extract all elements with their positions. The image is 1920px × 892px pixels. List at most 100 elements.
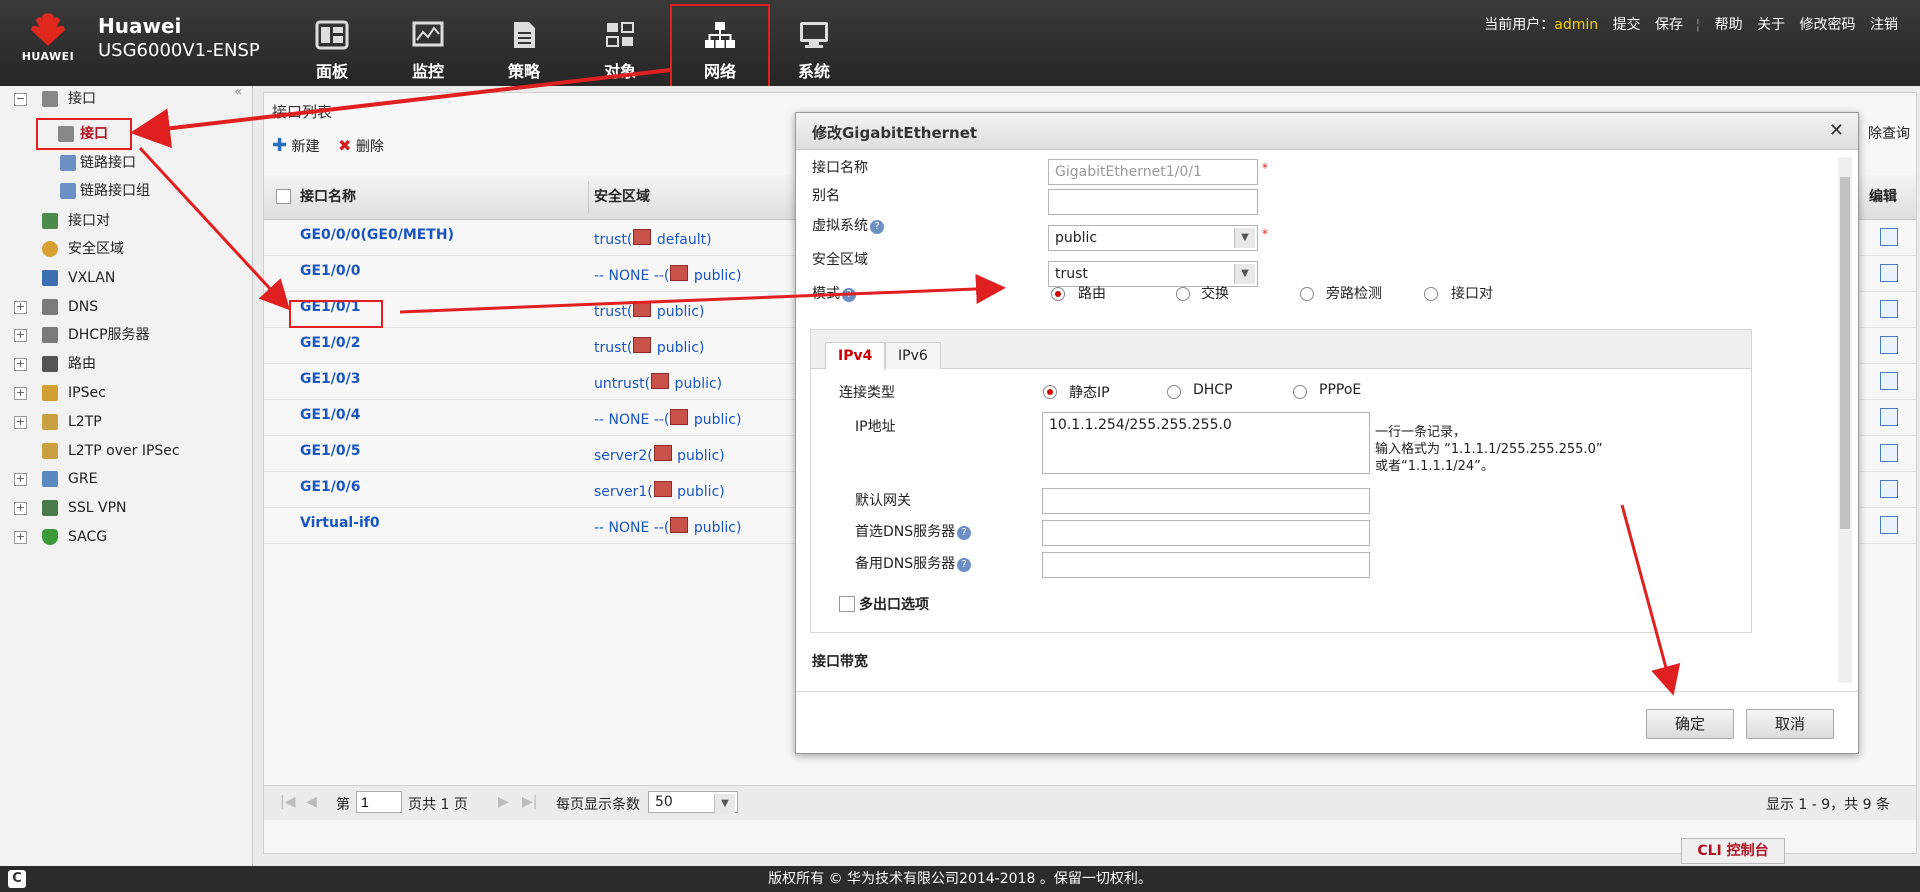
cancel-button[interactable]: 取消 <box>1746 709 1834 739</box>
edit-icon[interactable] <box>1880 336 1898 354</box>
sidebar-item-interface[interactable]: 接口 <box>36 118 132 150</box>
hint-line: 或者“1.1.1.1/24”。 <box>1375 459 1494 474</box>
scrollbar-thumb[interactable] <box>1840 177 1850 529</box>
query-button[interactable]: 除查询 <box>1868 123 1910 143</box>
delete-button[interactable]: ✖ 删除 <box>338 136 384 156</box>
interface-name-link[interactable]: GE1/0/2 <box>300 335 361 351</box>
interface-name-link[interactable]: Virtual-if0 <box>300 515 380 531</box>
sidebar-item-security-zone[interactable]: 安全区域 <box>0 238 240 260</box>
interface-name-link[interactable]: GE1/0/6 <box>300 479 361 495</box>
conn-static-radio[interactable] <box>1043 385 1057 399</box>
submit-link[interactable]: 提交 <box>1613 17 1641 33</box>
edit-icon[interactable] <box>1880 444 1898 462</box>
nav-policy[interactable]: 策略 <box>478 10 570 81</box>
change-password-link[interactable]: 修改密码 <box>1800 17 1856 33</box>
sidebar-item-dhcp-server[interactable]: + DHCP服务器 <box>0 324 240 346</box>
nav-monitor[interactable]: 监控 <box>382 10 474 81</box>
sidebar-item-l2tp[interactable]: + L2TP <box>0 411 240 433</box>
record-summary: 显示 1 - 9，共 9 条 <box>1765 797 1890 813</box>
close-icon[interactable]: ✕ <box>1829 120 1844 141</box>
mode-route-radio[interactable] <box>1051 287 1065 301</box>
nav-dashboard[interactable]: 面板 <box>286 10 378 81</box>
collapse-toggle-icon[interactable]: − <box>14 93 27 106</box>
conn-pppoe-radio[interactable] <box>1293 385 1307 399</box>
tab-ipv6[interactable]: IPv6 <box>885 342 941 369</box>
sidebar-item-ipsec[interactable]: + IPSec <box>0 382 240 404</box>
help-icon[interactable]: ? <box>957 526 972 540</box>
system-icon <box>800 22 828 48</box>
edit-icon[interactable] <box>1880 372 1898 390</box>
sidebar-item-routing[interactable]: + 路由 <box>0 353 240 375</box>
last-page-icon[interactable]: ▶| <box>522 794 537 810</box>
multi-exit-checkbox[interactable] <box>839 596 855 612</box>
interface-name-link[interactable]: GE1/0/4 <box>300 407 361 423</box>
sidebar-item-sacg[interactable]: + SACG <box>0 526 240 548</box>
sidebar-item-interface-pair[interactable]: 接口对 <box>0 210 240 232</box>
gateway-input[interactable] <box>1042 488 1370 514</box>
dialog-scrollbar[interactable] <box>1838 157 1852 683</box>
save-link[interactable]: 保存 <box>1655 17 1683 33</box>
help-icon[interactable]: ? <box>870 220 884 234</box>
edit-icon[interactable] <box>1880 264 1898 282</box>
expand-toggle-icon[interactable]: + <box>14 329 27 342</box>
per-page-select[interactable]: 50 ▼ <box>648 791 738 814</box>
copyright-text: 版权所有 © 华为技术有限公司2014-2018 。保留一切权利。 <box>768 871 1152 887</box>
help-icon[interactable]: ? <box>957 558 972 572</box>
sidebar-item-link-interface[interactable]: 链路接口 <box>0 152 240 174</box>
mode-switch-radio[interactable] <box>1176 287 1190 301</box>
sidebar-item-link-interface-group[interactable]: 链路接口组 <box>0 180 240 202</box>
interface-name-link[interactable]: GE1/0/5 <box>300 443 361 459</box>
edit-icon[interactable] <box>1880 480 1898 498</box>
zone-cell: trust( public) <box>594 301 704 320</box>
nav-system[interactable]: 系统 <box>768 10 860 81</box>
interface-name-link[interactable]: GE0/0/0(GE0/METH) <box>300 227 454 243</box>
ip-address-textarea[interactable]: 10.1.1.254/255.255.255.0 <box>1042 412 1370 474</box>
about-link[interactable]: 关于 <box>1757 17 1785 33</box>
sidebar-item-gre[interactable]: + GRE <box>0 468 240 490</box>
expand-toggle-icon[interactable]: + <box>14 502 27 515</box>
current-user-label: 当前用户： <box>1484 17 1555 33</box>
object-icon <box>606 22 634 47</box>
select-all-checkbox[interactable] <box>276 189 291 204</box>
edit-icon[interactable] <box>1880 228 1898 246</box>
expand-toggle-icon[interactable]: + <box>14 301 27 314</box>
edit-icon[interactable] <box>1880 300 1898 318</box>
expand-toggle-icon[interactable]: + <box>14 358 27 371</box>
ok-button[interactable]: 确定 <box>1646 709 1734 739</box>
interface-name-link[interactable]: GE1/0/0 <box>300 263 361 279</box>
sidebar-item-dns[interactable]: + DNS <box>0 296 240 318</box>
help-link[interactable]: 帮助 <box>1715 17 1743 33</box>
sidebar-item-vxlan[interactable]: VXLAN <box>0 267 240 289</box>
mode-bypass-radio[interactable] <box>1300 287 1314 301</box>
sidebar-item-interface-group[interactable]: − 接口 <box>0 88 240 110</box>
page-number-input[interactable] <box>356 791 402 813</box>
new-button[interactable]: ✚ 新建 <box>272 135 320 156</box>
expand-toggle-icon[interactable]: + <box>14 473 27 486</box>
nav-object[interactable]: 对象 <box>574 10 666 81</box>
mode-pair-radio[interactable] <box>1424 287 1438 301</box>
console-logo-icon[interactable]: C <box>8 870 26 888</box>
sidebar-item-label: L2TP <box>68 414 102 430</box>
delete-label: 删除 <box>355 139 384 155</box>
logout-link[interactable]: 注销 <box>1870 17 1898 33</box>
sidebar-item-l2tp-over-ipsec[interactable]: L2TP over IPSec <box>0 440 240 462</box>
expand-toggle-icon[interactable]: + <box>14 531 27 544</box>
expand-toggle-icon[interactable]: + <box>14 387 27 400</box>
sidebar-item-ssl-vpn[interactable]: + SSL VPN <box>0 497 240 519</box>
interface-name-link[interactable]: GE1/0/3 <box>300 371 361 387</box>
conn-dhcp-radio[interactable] <box>1167 385 1181 399</box>
tab-ipv4[interactable]: IPv4 <box>825 342 886 370</box>
dns2-input[interactable] <box>1042 552 1370 578</box>
vsys-select[interactable]: public ▼ <box>1048 225 1258 251</box>
dns1-input[interactable] <box>1042 520 1370 546</box>
first-page-icon[interactable]: |◀ <box>280 794 295 810</box>
alias-input[interactable] <box>1048 189 1258 215</box>
sidebar-item-label: 接口 <box>80 126 108 142</box>
expand-toggle-icon[interactable]: + <box>14 416 27 429</box>
edit-icon[interactable] <box>1880 408 1898 426</box>
help-icon[interactable]: ? <box>842 288 856 302</box>
prev-page-icon[interactable]: ◀ <box>306 794 317 810</box>
next-page-icon[interactable]: ▶ <box>498 794 509 810</box>
edit-icon[interactable] <box>1880 516 1898 534</box>
cli-console-button[interactable]: CLI 控制台 <box>1681 838 1785 864</box>
